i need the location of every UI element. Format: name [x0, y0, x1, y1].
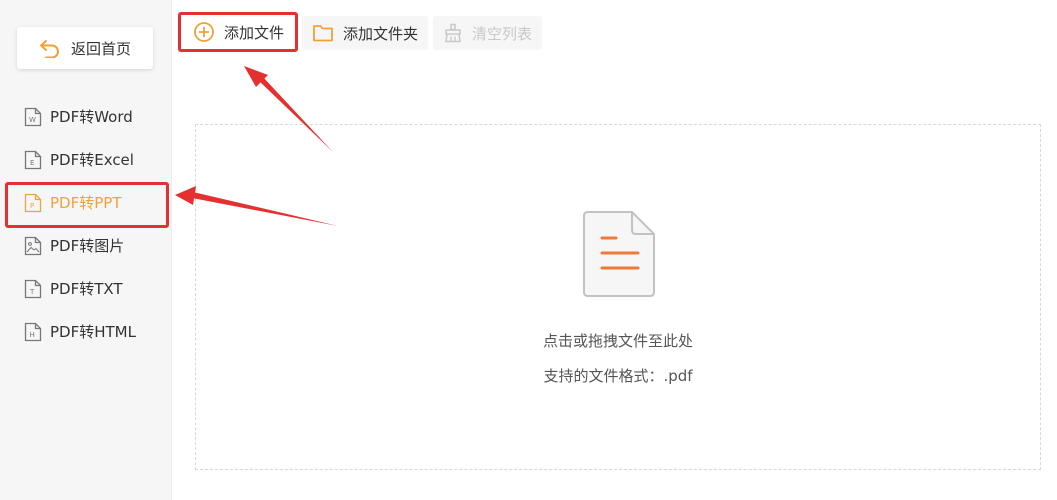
conversion-nav: W PDF转Word E PDF转Excel P PDF转PPT PDF转图片 …	[0, 95, 172, 353]
back-home-label: 返回首页	[70, 39, 131, 58]
add-file-label: 添加文件	[224, 23, 285, 42]
add-folder-button[interactable]: 添加文件夹	[302, 16, 429, 50]
nav-item-pdf-to-word[interactable]: W PDF转Word	[0, 95, 172, 138]
nav-item-pdf-to-image[interactable]: PDF转图片	[0, 224, 172, 267]
nav-item-label: PDF转Word	[50, 108, 133, 126]
nav-item-label: PDF转PPT	[50, 194, 122, 212]
broom-icon	[445, 23, 461, 43]
plus-circle-icon	[194, 22, 214, 42]
back-home-button[interactable]: 返回首页	[17, 27, 153, 69]
svg-text:H: H	[30, 331, 35, 339]
add-folder-label: 添加文件夹	[343, 24, 419, 43]
folder-icon	[313, 25, 333, 42]
nav-item-label: PDF转图片	[50, 237, 125, 255]
document-icon	[583, 211, 655, 297]
nav-item-pdf-to-ppt[interactable]: P PDF转PPT	[0, 181, 172, 228]
clear-list-button[interactable]: 清空列表	[433, 16, 543, 50]
html-file-icon: H	[24, 322, 42, 341]
svg-text:P: P	[30, 202, 34, 210]
excel-file-icon: E	[24, 150, 42, 169]
clear-list-label: 清空列表	[472, 24, 533, 43]
sidebar: 返回首页 W PDF转Word E PDF转Excel P PDF转PPT PD…	[0, 0, 172, 500]
nav-item-label: PDF转HTML	[50, 323, 136, 341]
back-arrow-icon	[39, 40, 59, 58]
drop-hint-text: 点击或拖拽文件至此处	[542, 332, 693, 350]
nav-item-label: PDF转Excel	[50, 151, 134, 169]
txt-file-icon: T	[24, 279, 42, 298]
nav-item-pdf-to-html[interactable]: H PDF转HTML	[0, 310, 172, 353]
svg-text:E: E	[30, 159, 34, 167]
nav-item-pdf-to-txt[interactable]: T PDF转TXT	[0, 267, 172, 310]
file-drop-zone[interactable]: 点击或拖拽文件至此处 支持的文件格式：.pdf	[195, 124, 1041, 470]
supported-formats-text: 支持的文件格式：.pdf	[543, 367, 693, 385]
image-file-icon	[24, 236, 42, 255]
nav-item-pdf-to-excel[interactable]: E PDF转Excel	[0, 138, 172, 181]
word-file-icon: W	[24, 107, 42, 126]
add-file-button[interactable]: 添加文件	[178, 12, 298, 52]
svg-text:W: W	[29, 116, 36, 124]
svg-text:T: T	[29, 288, 35, 296]
ppt-file-icon: P	[24, 193, 42, 212]
nav-item-label: PDF转TXT	[50, 280, 123, 298]
toolbar: 添加文件 添加文件夹 清空列表	[172, 0, 1057, 60]
